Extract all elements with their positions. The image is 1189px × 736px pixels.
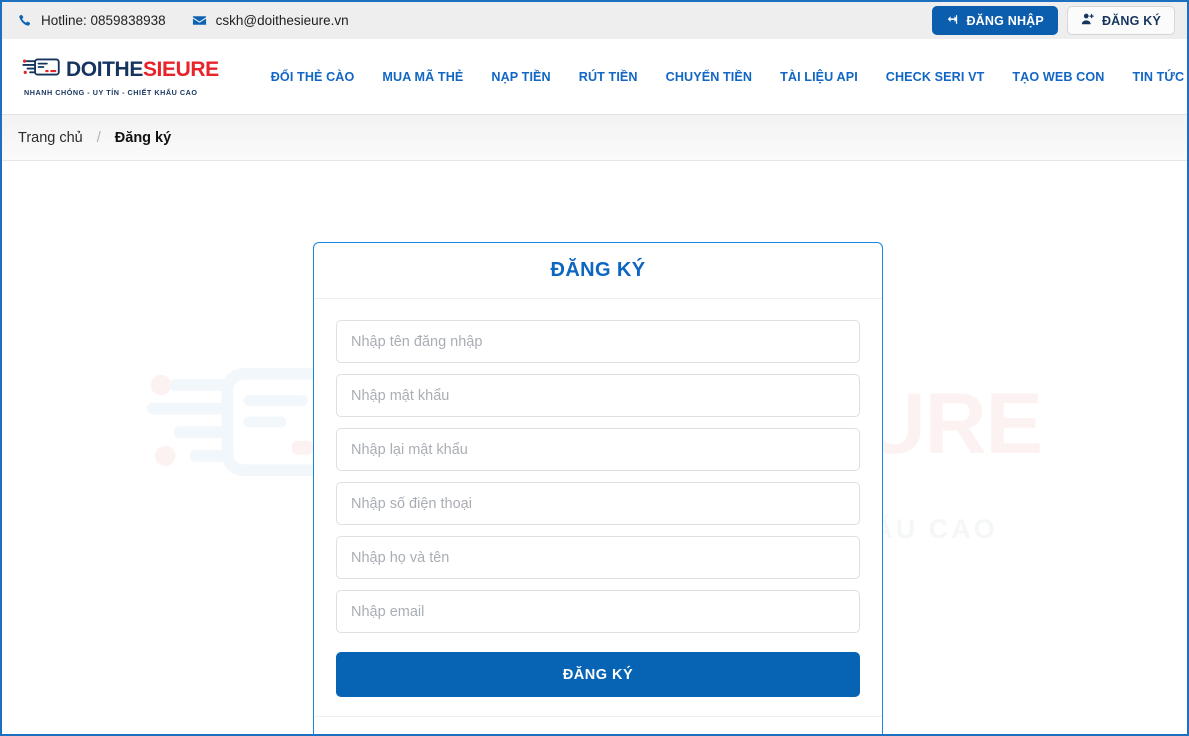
email-input[interactable]	[336, 590, 860, 633]
hotline-contact[interactable]: Hotline: 0859838938	[18, 13, 166, 28]
main-navigation: ĐỔI THẺ CÀO MUA MÃ THẺ NẠP TIỀN RÚT TIỀN…	[257, 64, 1187, 90]
breadcrumb-current: Đăng ký	[114, 129, 172, 146]
breadcrumb: Trang chủ / Đăng ký	[18, 130, 171, 146]
nav-item-nap-tien[interactable]: NẠP TIỀN	[477, 64, 564, 90]
register-card: ĐĂNG KÝ ĐĂNG KÝ Ban đã có tài khoản? Đăn…	[313, 242, 883, 734]
login-button[interactable]: ĐĂNG NHẬP	[932, 6, 1058, 35]
nav-item-tin-tuc[interactable]: TIN TỨC	[1118, 64, 1187, 90]
site-header: DOITHESIEURE NHANH CHÓNG - UY TÍN - CHIẾ…	[2, 39, 1187, 115]
page-title: ĐĂNG KÝ	[550, 259, 646, 281]
hotline-text: Hotline: 0859838938	[41, 13, 166, 28]
password-input[interactable]	[336, 374, 860, 417]
main-content: DOITHESIEURE NHANH CHÓNG - UY TÍN - CHIẾ…	[2, 161, 1187, 734]
user-plus-icon	[1081, 12, 1095, 29]
login-button-label: ĐĂNG NHẬP	[966, 13, 1044, 28]
logo-tagline: NHANH CHÓNG - UY TÍN - CHIẾT KHẤU CAO	[24, 88, 198, 97]
breadcrumb-bar: Trang chủ / Đăng ký	[2, 115, 1187, 161]
register-form: ĐĂNG KÝ	[314, 299, 882, 716]
username-input[interactable]	[336, 320, 860, 363]
logo-word-accent: SIEURE	[142, 58, 219, 81]
logo-word-primary: DOITHE	[66, 58, 143, 81]
card-speed-icon	[22, 56, 60, 83]
site-logo[interactable]: DOITHESIEURE NHANH CHÓNG - UY TÍN - CHIẾ…	[22, 56, 219, 97]
topbar-contacts: Hotline: 0859838938 cskh@doithesieure.vn	[18, 13, 349, 28]
email-text: cskh@doithesieure.vn	[215, 13, 349, 28]
password-confirm-input[interactable]	[336, 428, 860, 471]
breadcrumb-home[interactable]: Trang chủ	[18, 130, 83, 146]
breadcrumb-separator: /	[96, 129, 101, 146]
fullname-input[interactable]	[336, 536, 860, 579]
sign-in-icon	[946, 13, 959, 29]
nav-item-doi-the-cao[interactable]: ĐỔI THẺ CÀO	[257, 64, 369, 90]
nav-item-tai-lieu-api[interactable]: TÀI LIỆU API	[766, 64, 872, 90]
nav-item-rut-tien[interactable]: RÚT TIỀN	[565, 64, 652, 90]
submit-register-button[interactable]: ĐĂNG KÝ	[336, 652, 860, 697]
register-card-footer: Ban đã có tài khoản? Đăng nhập ngay!	[314, 716, 882, 734]
logo-wordmark: DOITHESIEURE	[66, 59, 219, 80]
nav-item-check-seri-vt[interactable]: CHECK SERI VT	[872, 64, 999, 90]
topbar-auth-actions: ĐĂNG NHẬP ĐĂNG KÝ	[932, 6, 1175, 35]
page-frame: Hotline: 0859838938 cskh@doithesieure.vn	[0, 0, 1189, 736]
nav-item-mua-ma-the[interactable]: MUA MÃ THẺ	[368, 64, 477, 90]
nav-item-tao-web-con[interactable]: TẠO WEB CON	[998, 64, 1118, 90]
register-button[interactable]: ĐĂNG KÝ	[1066, 6, 1175, 35]
phone-input[interactable]	[336, 482, 860, 525]
register-card-header: ĐĂNG KÝ	[314, 243, 882, 299]
nav-item-chuyen-tien[interactable]: CHUYỂN TIỀN	[652, 64, 766, 90]
phone-icon	[18, 14, 32, 28]
top-utility-bar: Hotline: 0859838938 cskh@doithesieure.vn	[2, 2, 1187, 39]
envelope-icon	[192, 13, 207, 28]
email-contact[interactable]: cskh@doithesieure.vn	[192, 13, 349, 28]
register-button-label: ĐĂNG KÝ	[1101, 13, 1161, 28]
